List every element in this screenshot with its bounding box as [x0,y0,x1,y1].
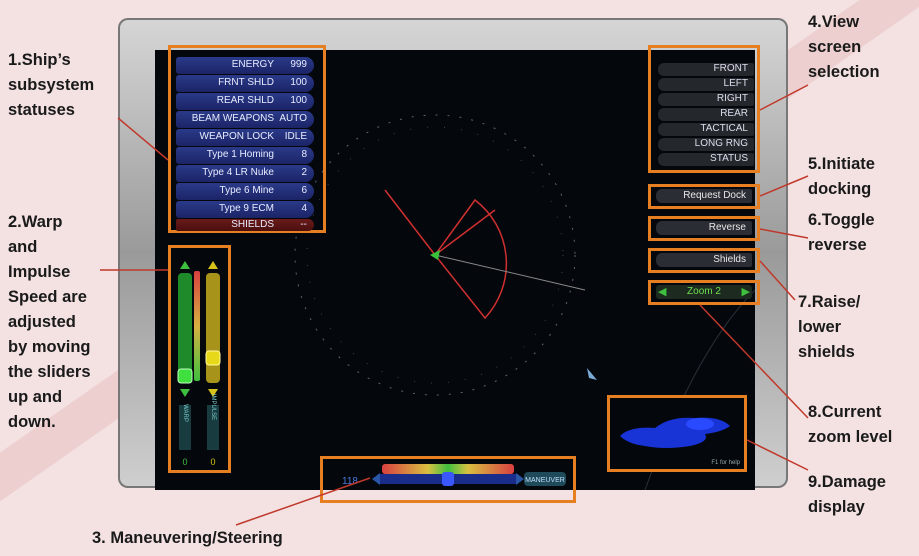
shield-arc [434,198,508,320]
heading-line [434,209,496,256]
cursor-icon [587,368,597,380]
warp-up-arrow-icon [180,261,190,269]
impulse-slider-track [206,273,220,383]
warp-slider-track [178,273,192,383]
subsystem-label: Type 6 Mine [219,185,274,196]
subsystem-row[interactable]: Type 4 LR Nuke 2 [176,165,314,182]
subsystem-value: -- [300,219,307,230]
callout-subsystems: 1.Ship’s subsystem statuses [8,51,95,119]
view-button-status[interactable]: STATUS [658,153,754,166]
subsystem-value: 4 [301,203,307,214]
subsystem-label: Type 9 ECM [218,203,274,214]
steering-handle [442,472,454,486]
shields-button[interactable]: Shields [656,253,752,267]
request-dock-button[interactable]: Request Dock [656,189,752,203]
subsystem-label: Type 1 Homing [206,149,274,160]
heading-line-2 [384,189,436,256]
maneuver-label: MANEUVER [525,477,565,484]
target-line [434,254,586,291]
subsystem-row[interactable]: Type 6 Mine 6 [176,183,314,200]
view-button-front[interactable]: FRONT [658,63,754,76]
view-button-tactical[interactable]: TACTICAL [658,123,754,136]
subsystem-label: WEAPON LOCK [199,131,274,142]
speed-sliders[interactable]: WARP IMPULSE 0 0 [168,245,231,473]
maneuver-control[interactable]: 118 MANEUVER [320,456,576,503]
impulse-value: 0 [210,457,215,467]
subsystem-value: 2 [301,167,307,178]
warp-value: 0 [182,457,187,467]
zoom-level: Zoom 2 [687,286,721,297]
view-buttons: FRONT LEFT RIGHT REAR TACTICAL LONG RNG … [648,45,760,173]
subsystem-value: 8 [301,149,307,160]
view-button-left[interactable]: LEFT [658,78,754,91]
subsystem-row[interactable]: WEAPON LOCK IDLE [176,129,314,146]
subsystem-row: REAR SHLD 100 [176,93,314,110]
impulse-slider-handle [205,350,221,366]
help-hint: F1 for help [711,460,740,466]
subsystem-label: BEAM WEAPONS [191,113,274,124]
steering-bar[interactable]: 118 MANEUVER [320,456,576,503]
callout-view: 4.View screen selection [808,13,880,81]
warp-down-arrow-icon [180,389,190,397]
subsystem-value: AUTO [279,113,307,124]
callout-damage: 9.Damage display [808,473,886,516]
steer-right-arrow-icon [516,473,524,485]
subsystem-value: 999 [290,59,307,70]
subsystem-row[interactable]: BEAM WEAPONS AUTO [176,111,314,128]
warp-label: WARP [182,404,188,422]
steer-left-arrow-icon [372,473,380,485]
subsystem-value: 100 [290,95,307,106]
subsystem-row[interactable]: Type 9 ECM 4 [176,201,314,218]
callout-speed: 2.Warp and Impulse Speed are adjusted by mov… [8,213,91,431]
subsystem-list: ENERGY 999 FRNT SHLD 100 REAR SHLD 100 BEAM… [168,45,326,233]
subsystem-row-shields: SHIELDS -- [176,219,314,231]
callout-zoom: 8.Current zoom level [808,403,893,446]
speed-controls: WARP IMPULSE 0 0 [168,245,231,473]
subsystem-row[interactable]: Type 1 Homing 8 [176,147,314,164]
callout-maneuver: 3. Maneuvering/Steering [92,529,283,547]
heading-value: 118 [342,476,358,487]
zoom-control[interactable]: ◀ Zoom 2 ▶ [656,285,752,299]
view-button-rear[interactable]: REAR [658,108,754,121]
subsystem-label: Type 4 LR Nuke [202,167,274,178]
subsystem-value: 6 [301,185,307,196]
reverse-button[interactable]: Reverse [656,221,752,235]
subsystem-label: ENERGY [231,59,274,70]
callout-dock: 5.Initiate docking [808,155,875,198]
warp-slider-handle [177,368,193,384]
zoom-in-arrow-icon[interactable]: ▶ [742,285,750,298]
damage-display: F1 for help [610,398,744,469]
ship-damage-silhouette [620,417,730,448]
callout-reverse: 6.Toggle reverse [808,211,875,254]
subsystem-row: ENERGY 999 [176,57,314,74]
subsystem-row: FRNT SHLD 100 [176,75,314,92]
callout-shields: 7.Raise/lower shields [798,293,861,361]
speed-gauge [194,271,200,381]
view-button-right[interactable]: RIGHT [658,93,754,106]
impulse-up-arrow-icon [208,261,218,269]
subsystem-label: REAR SHLD [216,95,274,106]
subsystem-label: FRNT SHLD [218,77,274,88]
subsystem-value: 100 [290,77,307,88]
impulse-label: IMPULSE [210,394,216,420]
subsystem-label: SHIELDS [231,219,274,230]
view-button-long-range[interactable]: LONG RNG [658,138,754,151]
subsystem-value: IDLE [284,131,307,142]
